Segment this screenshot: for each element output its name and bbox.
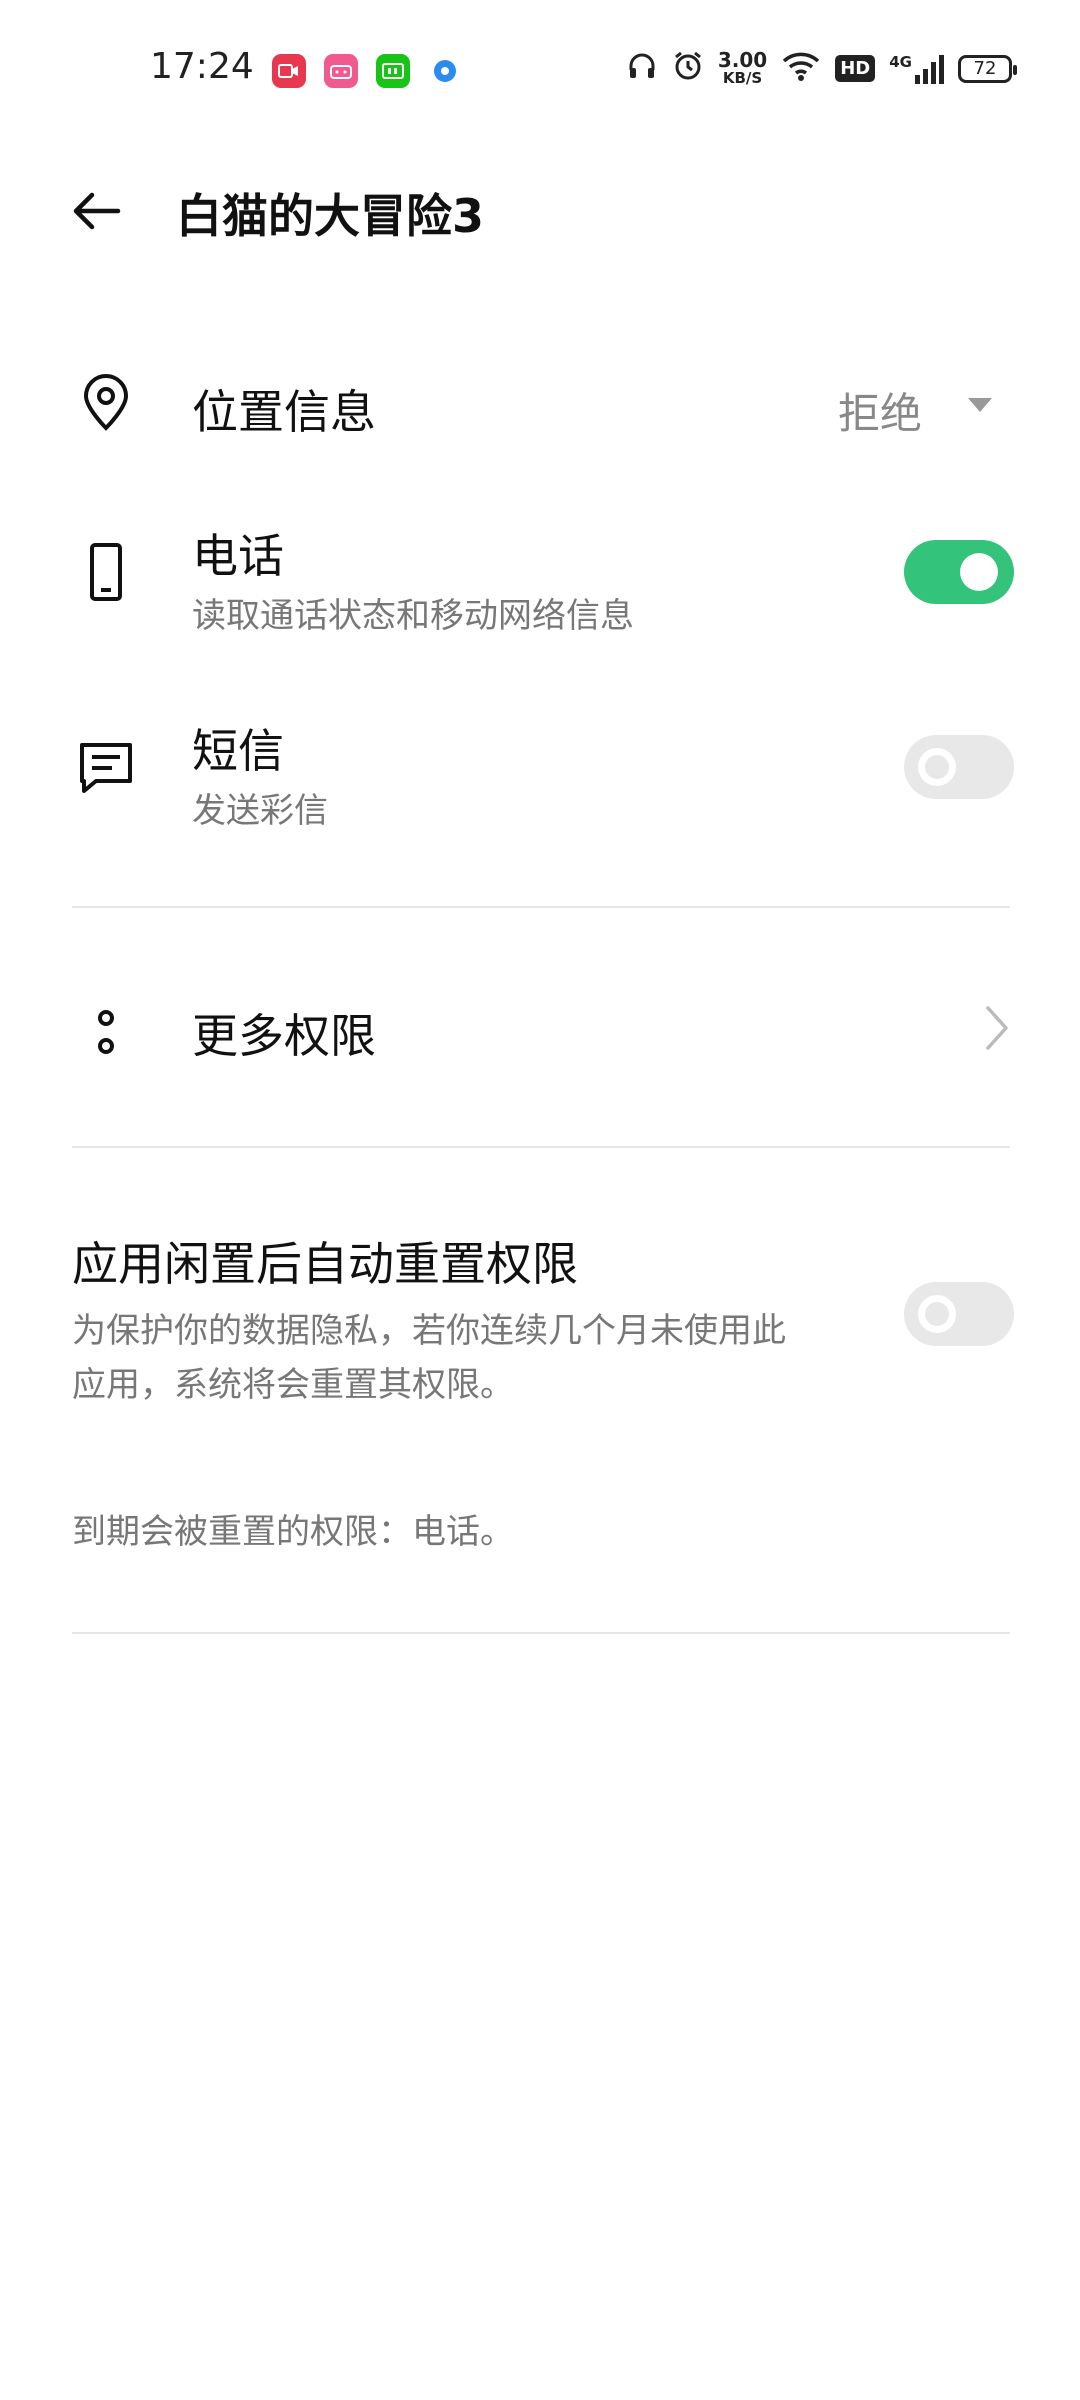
toggle-knob [918,748,956,786]
divider [72,1632,1010,1634]
location-value[interactable]: 拒绝 [838,380,922,441]
sms-toggle[interactable] [904,735,1014,799]
sms-description: 发送彩信 [192,791,328,831]
auto-reset-description: 为保护你的数据隐私，若你连续几个月未使用此 应用，系统将会重置其权限。 [72,1304,786,1412]
location-label: 位置信息 [192,385,376,439]
toggle-knob [918,1295,956,1333]
signal-bars-icon [915,54,944,84]
battery-level: 72 [973,58,997,79]
network-type-label: 4G [889,52,912,71]
toggle-knob [960,553,998,591]
message-icon [76,737,136,797]
status-right-group: 3.00 KB/S HD 4G 72 [626,47,1017,87]
more-permissions-row[interactable]: 更多权限 [0,960,1080,1100]
network-speed-unit: KB/S [722,68,763,87]
location-permission-row[interactable]: 位置信息 拒绝 [0,340,1080,470]
more-dots-icon [76,1002,136,1062]
alarm-icon [672,50,704,87]
phone-toggle[interactable] [904,540,1014,604]
auto-reset-title: 应用闲置后自动重置权限 [72,1237,578,1291]
network-speed: 3.00 KB/S [717,47,768,87]
video-app-notification-icon [272,54,306,88]
wifi-icon [781,50,821,87]
back-button[interactable] [68,183,124,239]
auto-reset-description-line1: 为保护你的数据隐私，若你连续几个月未使用此 [72,1311,786,1351]
phone-permission-row[interactable]: 电话 读取通话状态和移动网络信息 [0,500,1080,650]
chevron-right-icon [984,1004,1010,1056]
auto-reset-toggle[interactable] [904,1282,1014,1346]
divider [72,1146,1010,1148]
expiring-permissions-note: 到期会被重置的权限：电话。 [72,1512,514,1552]
headphones-icon [626,50,658,87]
back-arrow-icon [73,192,121,230]
hd-badge: HD [835,55,876,82]
divider [72,906,1010,908]
battery-indicator: 72 [958,54,1017,83]
sms-permission-row[interactable]: 短信 发送彩信 [0,695,1080,845]
more-permissions-label: 更多权限 [192,1009,376,1063]
phone-label: 电话 [192,529,284,583]
phone-device-icon [76,542,136,602]
status-time: 17:24 [150,46,254,87]
location-pin-icon [76,372,136,432]
page-title: 白猫的大冒险3 [176,189,485,243]
cellular-signal: 4G [889,53,944,85]
auto-reset-description-line2: 应用，系统将会重置其权限。 [72,1365,514,1405]
network-speed-value: 3.00 [717,47,768,72]
dropdown-arrow-icon[interactable] [966,396,994,418]
iqiyi-notification-icon [376,54,410,88]
bilibili-notification-icon [324,54,358,88]
browser-notification-icon [434,60,456,82]
sms-label: 短信 [192,724,284,778]
phone-description: 读取通话状态和移动网络信息 [192,596,634,636]
